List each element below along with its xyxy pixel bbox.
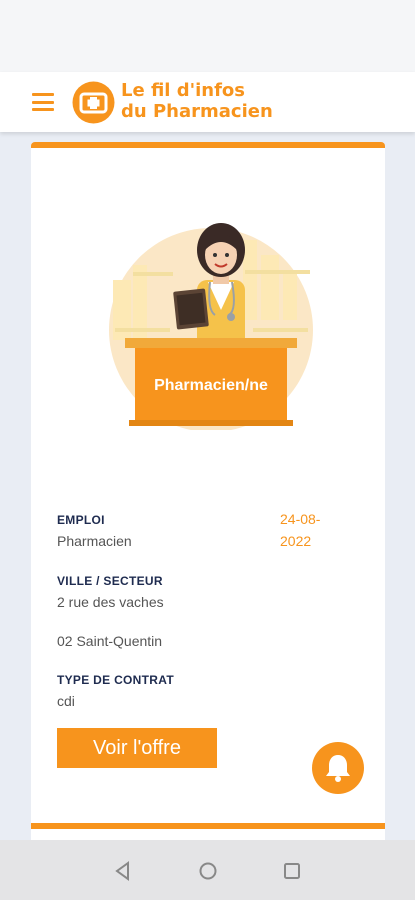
ville-label: VILLE / SECTEUR [57,574,163,588]
pharmacist-illustration: Pharmacien/ne [109,223,313,430]
app-header: Le fil d'infos du Pharmacien [0,72,415,132]
contrat-value: cdi [57,693,75,709]
system-nav-bar [0,840,415,900]
voir-offre-button[interactable]: Voir l'offre [57,728,217,768]
emploi-label: EMPLOI [57,513,105,527]
notification-bell-button[interactable] [312,742,364,794]
recents-square-icon[interactable] [281,860,303,882]
address-value: 2 rue des vaches [57,594,164,610]
home-circle-icon[interactable] [197,860,219,882]
app-title-line1: Le fil d'infos [121,80,246,101]
status-bar [0,0,415,72]
app-title-line2: du Pharmacien [121,101,273,122]
offer-date-line1: 24-08- [280,511,321,527]
contrat-label: TYPE DE CONTRAT [57,673,174,687]
emploi-value: Pharmacien [57,533,132,549]
pharmacy-cross-logo-icon [72,81,115,124]
job-offer-card: Pharmacien/ne EMPLOI Pharmacien 24-08- 2… [31,142,385,842]
offer-date: 24-08- 2022 [280,508,340,552]
back-triangle-icon[interactable] [112,860,134,882]
app-title: Le fil d'infos du Pharmacien [121,80,273,122]
city-value: 02 Saint-Quentin [57,633,163,649]
offer-date-line2: 2022 [280,533,312,549]
bell-icon [326,755,350,782]
hamburger-menu-icon[interactable] [32,93,54,111]
illustration-label: Pharmacien/ne [154,377,268,394]
